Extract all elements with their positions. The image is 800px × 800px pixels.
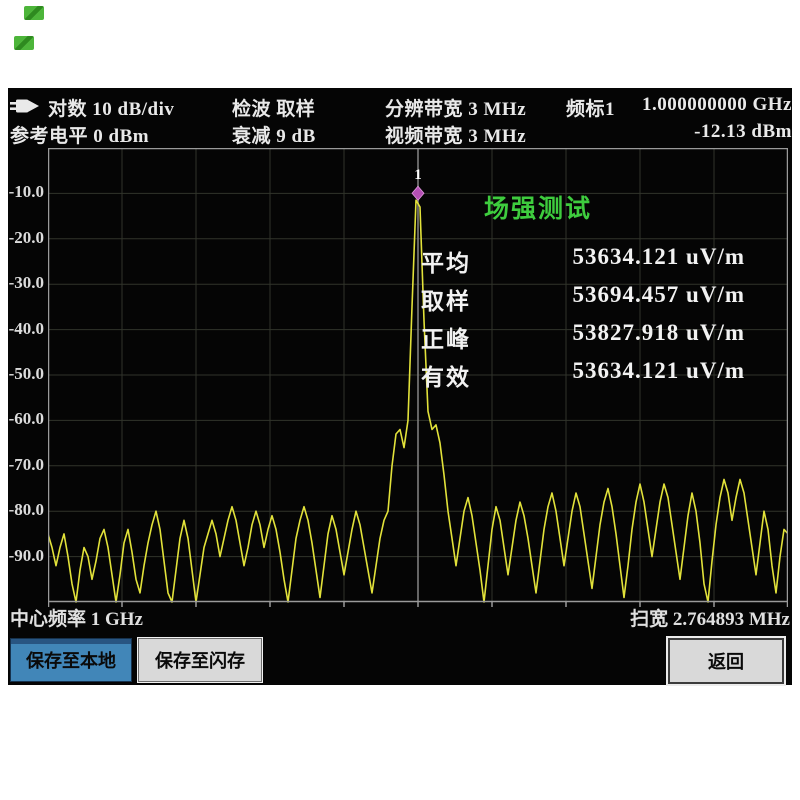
measurement-title: 场强测试 (484, 189, 592, 225)
y-axis-label: -40.0 (0, 319, 44, 339)
meas-row-value: 53634.121 uV/m (573, 244, 745, 270)
meas-row-value: 53827.918 uV/m (573, 320, 745, 346)
rbw-readout: 分辨带宽 3 MHz (385, 94, 526, 121)
detector-readout: 检波 取样 (232, 94, 315, 121)
meas-row-label: 有效 (421, 358, 471, 392)
attenuation-readout: 衰减 9 dB (232, 121, 316, 148)
y-axis-label: -50.0 (0, 364, 44, 384)
return-button[interactable]: 返回 (668, 638, 784, 684)
center-frequency-readout: 中心频率 1 GHz (10, 604, 143, 631)
meas-row-label: 正峰 (421, 320, 471, 354)
marker-number-label: 1 (414, 167, 422, 183)
vbw-readout: 视频带宽 3 MHz (385, 121, 526, 148)
y-axis-label: -20.0 (0, 228, 44, 248)
y-axis-label: -80.0 (0, 500, 44, 520)
ref-level-readout: 参考电平 0 dBm (10, 121, 149, 148)
marker-id-readout: 频标1 (566, 94, 615, 121)
marker-ampl-readout: -12.13 dBm (694, 121, 792, 143)
y-axis-label: -10.0 (0, 182, 44, 202)
save-to-flash-button[interactable]: 保存至闪存 (138, 638, 262, 682)
green-mark-icon (24, 6, 44, 20)
y-axis-label: -90.0 (0, 546, 44, 566)
marker-freq-readout: 1.000000000 GHz (642, 94, 792, 116)
span-readout: 扫宽 2.764893 MHz (630, 604, 790, 631)
meas-row-label: 平均 (421, 244, 471, 278)
green-mark-icon (14, 36, 34, 50)
y-axis-label: -70.0 (0, 455, 44, 475)
y-axis-label: -60.0 (0, 409, 44, 429)
marker-diamond (412, 186, 424, 200)
scale-readout: 对数 10 dB/div (48, 94, 174, 121)
meas-row-label: 取样 (421, 282, 471, 316)
plug-arrow-icon (10, 96, 42, 121)
meas-row-value: 53634.121 uV/m (573, 358, 745, 384)
y-axis-label: -30.0 (0, 273, 44, 293)
save-to-local-button[interactable]: 保存至本地 (10, 638, 132, 682)
meas-row-value: 53694.457 uV/m (573, 282, 745, 308)
